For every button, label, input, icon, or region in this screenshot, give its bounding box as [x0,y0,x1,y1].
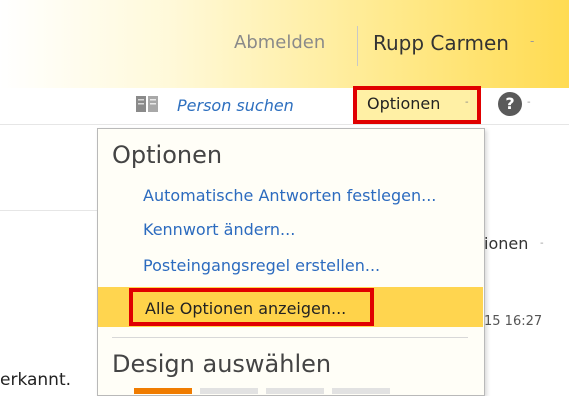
chevron-down-icon: - [465,97,469,108]
theme-swatch[interactable] [332,388,390,394]
header-divider [357,26,358,66]
menu-header-theme: Design auswählen [112,350,332,378]
theme-swatch[interactable] [200,388,258,394]
menu-header-options: Optionen [112,141,223,169]
theme-swatch[interactable] [266,388,324,394]
find-person-link[interactable]: Person suchen [177,96,294,115]
message-timestamp: 15 16:27 [484,314,543,329]
signout-link[interactable]: Abmelden [234,32,325,53]
book-icon[interactable] [135,94,159,114]
chevron-down-icon[interactable]: - [527,97,531,108]
menu-item-all-options[interactable]: Alle Optionen anzeigen... [129,288,374,326]
username-menu[interactable]: Rupp Carmen [373,31,509,55]
background-options-menu[interactable]: ionen [484,234,528,253]
background-divider [0,210,100,211]
menu-item-create-inbox-rule[interactable]: Posteingangsregel erstellen... [143,256,380,275]
help-icon[interactable]: ? [498,92,522,116]
chevron-down-icon[interactable]: - [530,34,534,48]
chevron-down-icon[interactable]: - [540,238,544,249]
menu-item-auto-replies[interactable]: Automatische Antworten festlegen... [143,186,436,205]
options-button-label: Optionen [367,94,441,113]
status-text: erkannt. [0,370,72,390]
all-options-label: Alle Optionen anzeigen... [145,299,347,318]
theme-swatch[interactable] [134,388,192,394]
menu-divider [112,337,468,338]
options-button[interactable]: Optionen - [353,86,481,124]
menu-item-change-password[interactable]: Kennwort ändern... [143,220,295,239]
